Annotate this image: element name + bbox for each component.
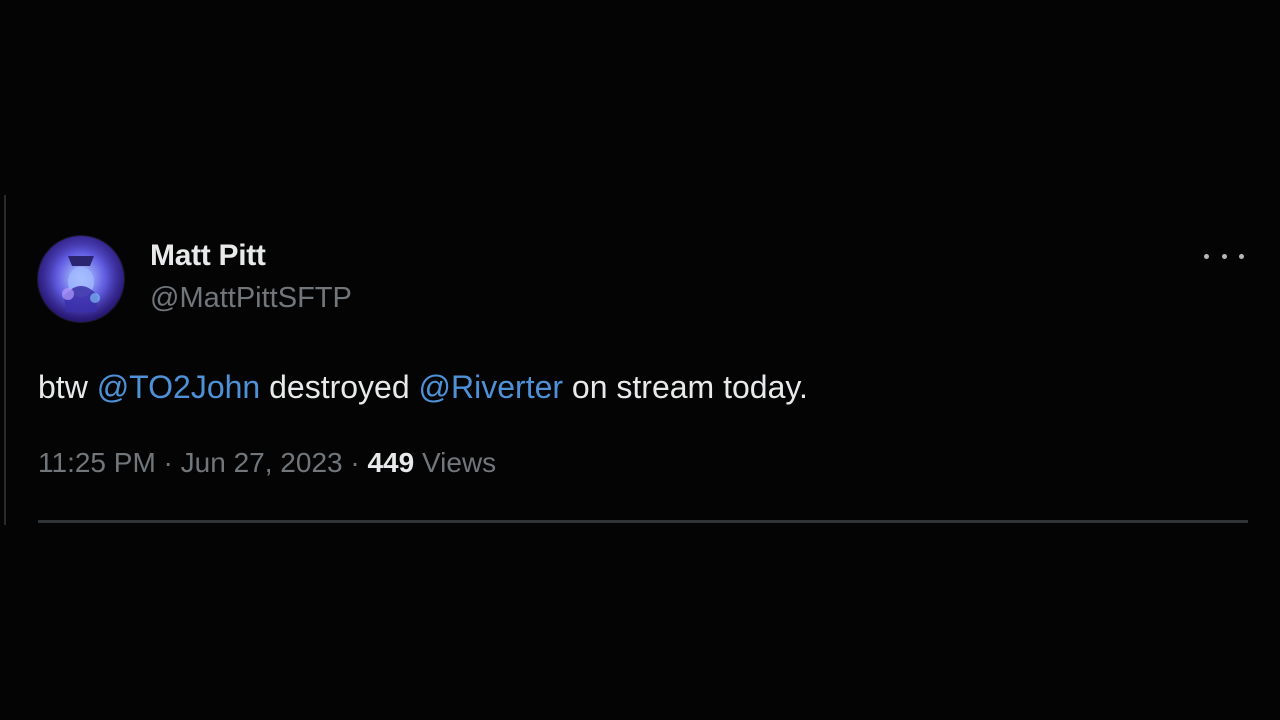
- views-count[interactable]: 449: [367, 447, 414, 478]
- meta-separator: ·: [155, 447, 181, 478]
- tweet-screen: Matt Pitt @MattPittSFTP btw @TO2John des…: [0, 0, 1280, 720]
- tweet-date[interactable]: Jun 27, 2023: [181, 447, 343, 478]
- author-names: Matt Pitt @MattPittSFTP: [150, 238, 352, 318]
- tweet-text-prefix: btw: [38, 369, 97, 405]
- tweet-text-suffix: on stream today.: [563, 369, 808, 405]
- divider: [38, 520, 1248, 523]
- mention-link-to2john[interactable]: @TO2John: [97, 369, 261, 405]
- mention-link-riverter[interactable]: @Riverter: [419, 369, 564, 405]
- thread-line: [4, 195, 6, 525]
- more-dot: [1221, 253, 1227, 259]
- more-horizontal-icon[interactable]: [1204, 246, 1244, 266]
- more-dot: [1204, 253, 1209, 259]
- tweet-card: Matt Pitt @MattPittSFTP btw @TO2John des…: [38, 230, 1248, 480]
- author-display-name[interactable]: Matt Pitt: [150, 238, 352, 274]
- tweet-text-middle: destroyed: [260, 369, 419, 405]
- tweet-time[interactable]: 11:25 PM: [38, 447, 156, 478]
- tweet-meta: 11:25 PM · Jun 27, 2023 · 449 Views: [38, 446, 1248, 480]
- meta-separator: ·: [342, 447, 368, 478]
- views-label[interactable]: Views: [414, 447, 496, 478]
- avatar[interactable]: [38, 236, 124, 322]
- author-handle[interactable]: @MattPittSFTP: [150, 278, 352, 318]
- tweet-header: Matt Pitt @MattPittSFTP: [38, 230, 1248, 325]
- tweet-text: btw @TO2John destroyed @Riverter on stre…: [38, 366, 1248, 408]
- more-dot: [1239, 253, 1244, 259]
